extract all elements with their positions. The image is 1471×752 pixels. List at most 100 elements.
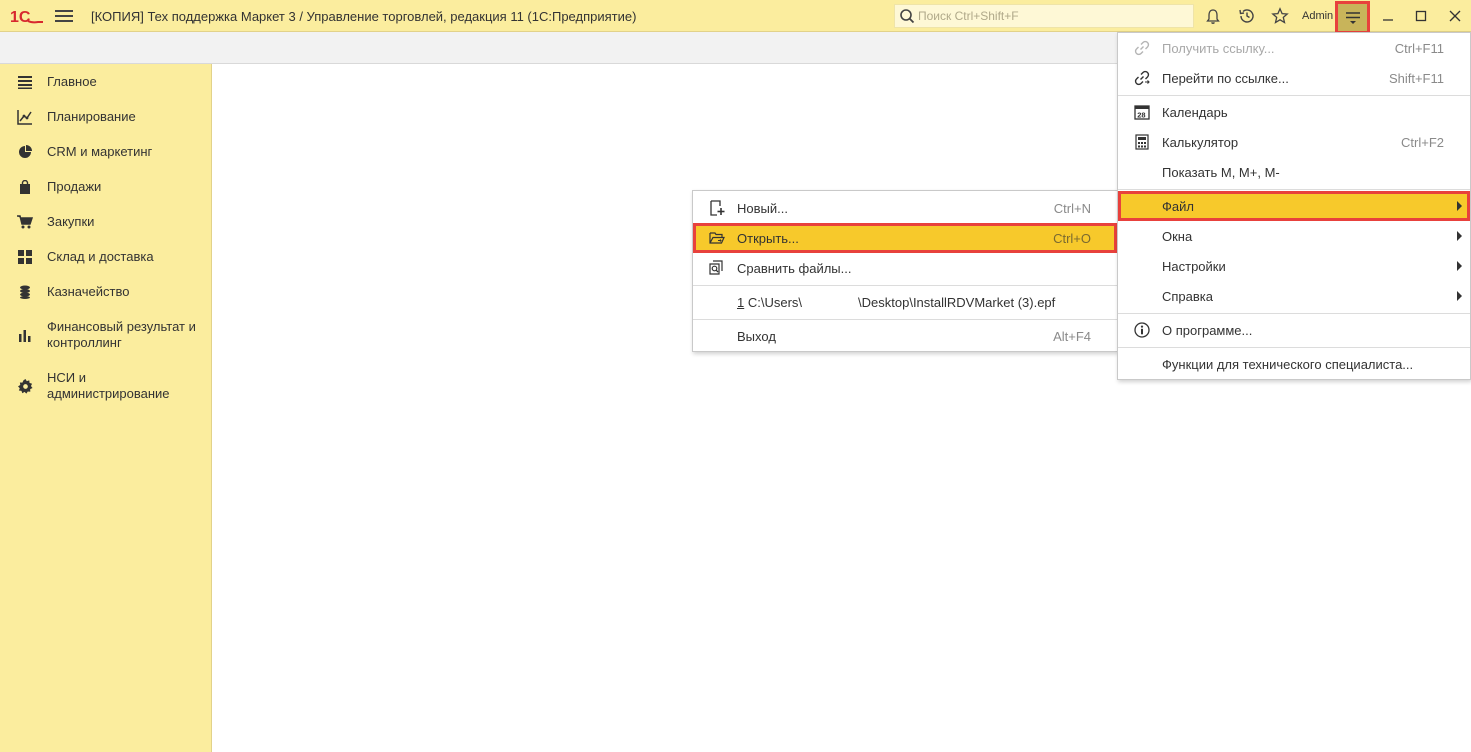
sidebar-item-planning[interactable]: Планирование bbox=[0, 109, 212, 129]
menu-item-show-memory[interactable]: Показать M, M+, M- bbox=[1118, 157, 1470, 187]
menu-item-label: Выход bbox=[737, 329, 776, 344]
menu-separator bbox=[1118, 95, 1470, 96]
menu-item-open[interactable]: Открыть... Ctrl+O bbox=[693, 223, 1117, 253]
star-icon[interactable] bbox=[1270, 6, 1290, 26]
sidebar-item-label: Склад и доставка bbox=[47, 249, 154, 264]
menu-lines-icon bbox=[1345, 11, 1360, 24]
maximize-icon[interactable] bbox=[1411, 6, 1431, 26]
submenu-arrow-icon bbox=[1457, 291, 1462, 301]
submenu-arrow-icon bbox=[1457, 261, 1462, 271]
new-file-icon bbox=[709, 200, 725, 216]
menu-item-label: Открыть... bbox=[737, 231, 799, 246]
menu-item-file[interactable]: Файл bbox=[1118, 191, 1470, 221]
menu-item-label: Сравнить файлы... bbox=[737, 261, 852, 276]
info-icon bbox=[1134, 322, 1150, 338]
menu-item-label: Новый... bbox=[737, 201, 788, 216]
cart-icon bbox=[17, 214, 33, 230]
menu-item-goto-link[interactable]: Перейти по ссылке... Shift+F11 bbox=[1118, 63, 1470, 93]
menu-item-new[interactable]: Новый... Ctrl+N bbox=[693, 193, 1117, 223]
window-title: [КОПИЯ] Тех поддержка Маркет 3 / Управле… bbox=[91, 9, 637, 24]
coins-icon bbox=[17, 284, 33, 300]
search-input[interactable] bbox=[918, 9, 1178, 23]
sidebar-item-label: Казначейство bbox=[47, 284, 130, 299]
file-submenu: Новый... Ctrl+N Открыть... Ctrl+O Сравни… bbox=[692, 190, 1118, 352]
menu-item-about[interactable]: О программе... bbox=[1118, 315, 1470, 345]
menu-item-shortcut: Ctrl+N bbox=[1053, 201, 1091, 216]
menu-item-help[interactable]: Справка bbox=[1118, 281, 1470, 311]
menu-item-shortcut: Alt+F4 bbox=[1053, 329, 1091, 344]
close-icon[interactable] bbox=[1445, 6, 1465, 26]
search-box[interactable] bbox=[894, 4, 1194, 28]
menu-separator bbox=[693, 285, 1117, 286]
hamburger-menu-icon[interactable] bbox=[55, 8, 73, 24]
grid-icon bbox=[17, 249, 33, 265]
compare-files-icon bbox=[709, 260, 725, 276]
submenu-arrow-icon bbox=[1457, 201, 1462, 211]
menu-item-label: Настройки bbox=[1162, 259, 1226, 274]
menu-item-get-link[interactable]: Получить ссылку... Ctrl+F11 bbox=[1118, 33, 1470, 63]
menu-item-label: Календарь bbox=[1162, 105, 1228, 120]
menu-item-settings[interactable]: Настройки bbox=[1118, 251, 1470, 281]
menu-item-shortcut: Shift+F11 bbox=[1388, 71, 1444, 86]
sidebar-item-label: Планирование bbox=[47, 109, 136, 124]
menu-item-label: Калькулятор bbox=[1162, 135, 1239, 150]
calendar-icon: 28 bbox=[1134, 104, 1150, 120]
menu-item-label: Окна bbox=[1162, 229, 1193, 244]
menu-item-label: Показать M, M+, M- bbox=[1162, 165, 1280, 180]
user-name[interactable]: Admin bbox=[1302, 10, 1333, 22]
sidebar-item-label: Продажи bbox=[47, 179, 102, 194]
title-bar: 1С [КОПИЯ] Тех поддержка Маркет 3 / Упра… bbox=[0, 0, 1471, 34]
menu-item-label: Получить ссылку... bbox=[1162, 41, 1275, 56]
menu-item-calculator[interactable]: Калькулятор Ctrl+F2 bbox=[1118, 127, 1470, 157]
goto-link-icon bbox=[1134, 70, 1150, 86]
menu-item-shortcut: Ctrl+F2 bbox=[1401, 135, 1444, 150]
open-folder-icon bbox=[709, 230, 725, 246]
menu-item-shortcut: Ctrl+O bbox=[1053, 231, 1091, 246]
menu-item-calendar[interactable]: 28 Календарь bbox=[1118, 97, 1470, 127]
svg-text:28: 28 bbox=[1137, 111, 1145, 120]
chart-line-icon bbox=[17, 109, 33, 125]
sidebar-item-financial[interactable]: Финансовый результат и контроллинг bbox=[0, 319, 212, 355]
sidebar-item-label: НСИ и администрирование bbox=[47, 370, 170, 401]
sidebar-item-sales[interactable]: Продажи bbox=[0, 179, 212, 199]
menu-item-label: Файл bbox=[1162, 199, 1194, 214]
app-logo-icon: 1С bbox=[10, 9, 43, 25]
menu-item-shortcut: Ctrl+F11 bbox=[1394, 41, 1444, 56]
menu-separator bbox=[1118, 347, 1470, 348]
main-menu-button[interactable] bbox=[1335, 1, 1370, 34]
bell-icon[interactable] bbox=[1203, 6, 1223, 26]
sidebar-item-label: CRM и маркетинг bbox=[47, 144, 153, 159]
menu-separator bbox=[693, 319, 1117, 320]
main-menu: Получить ссылку... Ctrl+F11 Перейти по с… bbox=[1117, 32, 1471, 380]
gear-icon bbox=[17, 378, 33, 394]
bar-chart-icon bbox=[17, 327, 33, 343]
sidebar-item-label: Закупки bbox=[47, 214, 95, 229]
search-icon bbox=[900, 9, 915, 24]
menu-item-label: Функции для технического специалиста... bbox=[1162, 357, 1414, 372]
sidebar-item-main[interactable]: Главное bbox=[0, 74, 212, 94]
sidebar-item-crm[interactable]: CRM и маркетинг bbox=[0, 144, 212, 164]
sidebar-item-admin[interactable]: НСИ и администрирование bbox=[0, 370, 212, 406]
menu-item-recent-file[interactable]: 1 C:\Users\ \Desktop\InstallRDVMarket (3)… bbox=[693, 287, 1117, 317]
menu-item-windows[interactable]: Окна bbox=[1118, 221, 1470, 251]
history-icon[interactable] bbox=[1237, 6, 1257, 26]
menu-item-label: О программе... bbox=[1162, 323, 1253, 338]
minimize-icon[interactable] bbox=[1378, 6, 1398, 26]
sections-panel: Главное Планирование CRM и маркетинг Про… bbox=[0, 64, 212, 752]
menu-item-compare-files[interactable]: Сравнить файлы... bbox=[693, 253, 1117, 283]
pie-chart-icon bbox=[17, 144, 33, 160]
menu-separator bbox=[1118, 313, 1470, 314]
menu-item-label: Справка bbox=[1162, 289, 1213, 304]
sidebar-item-purchases[interactable]: Закупки bbox=[0, 214, 212, 234]
sidebar-item-label: Главное bbox=[47, 74, 97, 89]
calculator-icon bbox=[1134, 134, 1150, 150]
list-icon bbox=[17, 74, 33, 90]
svg-text:1С: 1С bbox=[10, 9, 31, 25]
sidebar-item-warehouse[interactable]: Склад и доставка bbox=[0, 249, 212, 269]
menu-item-exit[interactable]: Выход Alt+F4 bbox=[693, 321, 1117, 351]
sidebar-item-treasury[interactable]: Казначейство bbox=[0, 284, 212, 304]
submenu-arrow-icon bbox=[1457, 231, 1462, 241]
menu-item-tech-functions[interactable]: Функции для технического специалиста... bbox=[1118, 349, 1470, 379]
link-icon bbox=[1134, 40, 1150, 56]
menu-item-label: Перейти по ссылке... bbox=[1162, 71, 1289, 86]
